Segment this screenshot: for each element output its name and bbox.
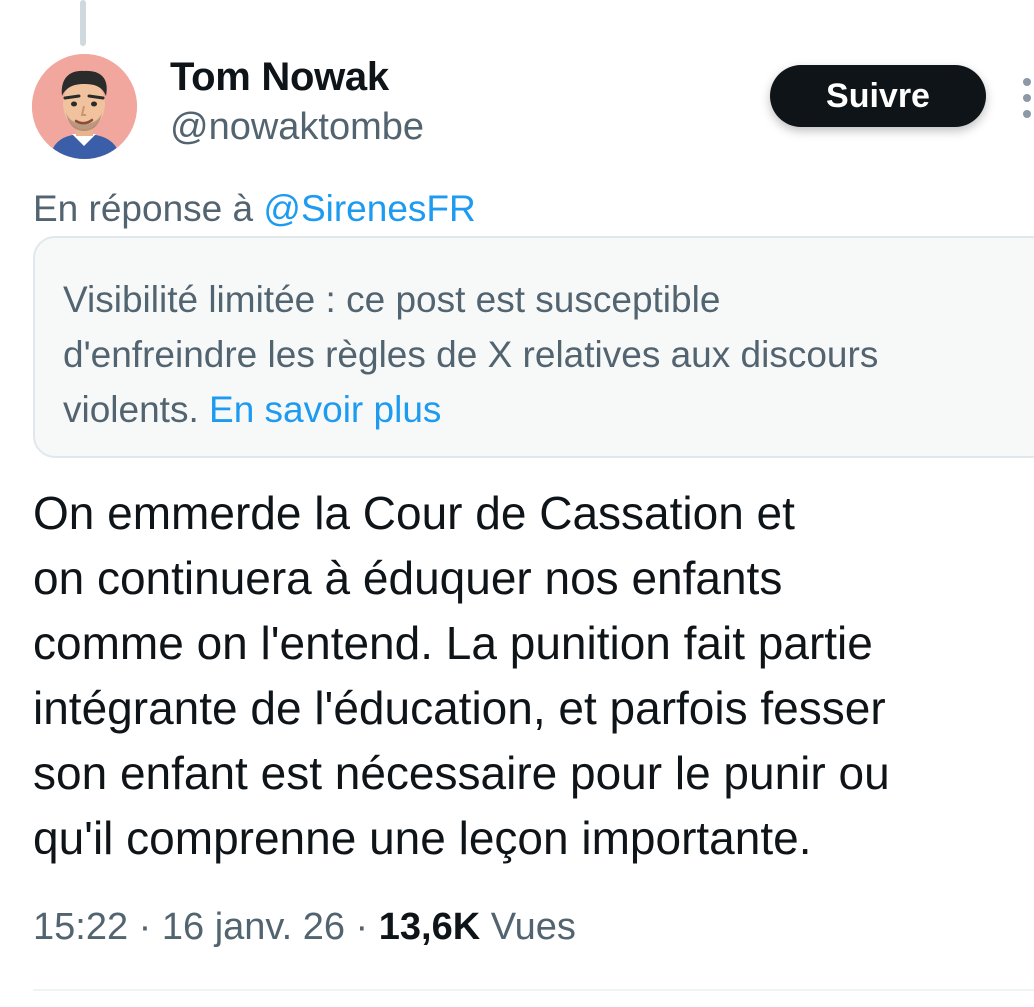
meta-separator: · (344, 906, 379, 948)
meta-separator: · (128, 906, 162, 948)
tweet-metadata: 15:22 · 16 janv. 26 · 13,6K Vues (33, 906, 576, 949)
divider (33, 989, 1034, 991)
tweet-line: on continuera à éduquer nos enfants (33, 552, 783, 604)
views-count[interactable]: 13,6K (379, 906, 480, 948)
notice-line: d'enfreindre les règles de X relatives a… (63, 334, 879, 375)
notice-line: violents. En savoir plus (63, 382, 1023, 437)
tweet-text: On emmerde la Cour de Cassation et on co… (33, 481, 1023, 871)
tweet-line: qu'il comprenne une leçon importante. (33, 812, 812, 864)
follow-button[interactable]: Suivre (770, 65, 986, 127)
notice-line: Visibilité limitée : ce post est suscept… (63, 279, 721, 320)
tweet-time[interactable]: 15:22 (33, 906, 128, 948)
tweet-date[interactable]: 16 janv. 26 (162, 906, 345, 948)
author-display-name[interactable]: Tom Nowak (170, 55, 389, 100)
reply-prefix: En réponse à (33, 188, 264, 229)
tweet-line: intégrante de l'éducation, et parfois fe… (33, 682, 886, 734)
visibility-notice: Visibilité limitée : ce post est suscept… (33, 236, 1034, 458)
notice-line-text: violents. (63, 389, 210, 430)
reply-context: En réponse à @SirenesFR (33, 188, 476, 230)
more-dot (1023, 110, 1031, 118)
avatar-illustration (32, 54, 137, 159)
reply-mention-link[interactable]: @SirenesFR (263, 188, 475, 229)
more-vertical-icon[interactable] (1018, 76, 1034, 120)
tweet-line: son enfant est nécessaire pour le punir … (33, 747, 890, 799)
views-label: Vues (480, 906, 576, 948)
visibility-notice-text: Visibilité limitée : ce post est suscept… (63, 272, 1023, 437)
thread-connector-line (80, 0, 86, 46)
avatar[interactable] (32, 54, 137, 159)
tweet-line: On emmerde la Cour de Cassation et (33, 487, 795, 539)
author-handle[interactable]: @nowaktombe (170, 106, 424, 149)
more-dot (1023, 78, 1031, 86)
learn-more-link[interactable]: En savoir plus (209, 389, 441, 430)
more-dot (1023, 94, 1031, 102)
tweet-line: comme on l'entend. La punition fait part… (33, 617, 873, 669)
